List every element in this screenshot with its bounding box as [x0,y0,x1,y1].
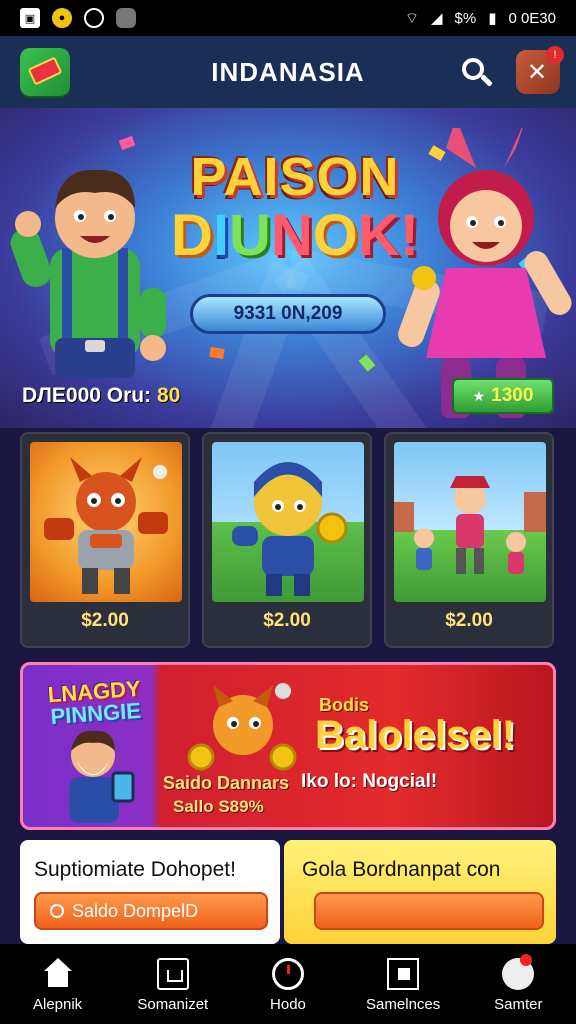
promo-subtitle-1: Saido Dannars [163,773,290,793]
promo-logo: LNAGDY PINNGIE [34,676,157,729]
game-card-knight[interactable]: $2.00 [202,432,372,648]
scan-icon [156,958,189,990]
nav-label: Samter [494,996,543,1013]
home-icon [42,958,74,990]
promo-mascot [187,683,297,771]
game-card-row: $2.00 $2.00 $2.00 [20,432,556,648]
hero-counter-value: 80 [156,384,181,407]
promo-headline: Balolelsel! [315,713,516,757]
battery-icon: ▮ [488,10,497,27]
rewards-button[interactable]: ✕ ! [516,46,564,94]
nav-label: Alepnik [32,996,83,1013]
star-icon: ★ [472,387,486,404]
gift-icon: ✕ [527,59,548,86]
wifi-icon: ⌔ [404,9,419,27]
hero-title-line-1: PAISON [190,147,400,207]
hero-counter: DЛЕ000 Oru: 80 [22,384,180,408]
coin-notification-icon: ● [52,8,72,28]
deposit-button[interactable]: Saldo DompelD [34,892,268,930]
nav-item-profile[interactable]: Samter [461,944,576,1024]
play-circle-icon [271,958,304,990]
coins-button[interactable]: ★ 1300 [452,378,554,414]
app-title: INDANASIA [211,56,365,87]
coins-button-label: 1300 [491,385,534,406]
bonus-button[interactable] [314,892,544,930]
promo-character [69,730,135,823]
clock: 0 0E30 [508,9,556,27]
promo-tagline: Iko lo: Nogcial! [301,771,438,792]
nav-item-games[interactable]: Samelnces [346,944,461,1024]
game-art-team [394,442,546,602]
status-system-icons: ⌔ ◢ $% ▮ 0 0E30 [405,9,556,28]
status-bar: ▣ ● ⌔ ◢ $% ▮ 0 0E30 [0,0,576,36]
game-price: $2.00 [445,610,493,631]
game-card-robot[interactable]: $2.00 [20,432,190,648]
game-art-knight [212,442,364,602]
nav-item-scan[interactable]: Somanizet [115,944,230,1024]
settings-notification-icon [84,8,104,28]
app-logo-icon [27,56,63,86]
hero-title-line-2: DIUNOK! [170,203,420,268]
offer-card-bonus: Gola Bordnanpat con [284,840,556,944]
game-card-team[interactable]: $2.00 [384,432,554,648]
app-notification-icon [116,8,136,28]
nav-label: Samelnces [366,996,441,1013]
notification-badge: ! [546,46,564,64]
image-notification-icon: ▣ [20,8,40,28]
prize-amount-pill[interactable]: 9331 0N,209 [190,294,386,334]
bottom-navigation: Alepnik Somanizet Hodo Samelnces Samter [0,944,576,1024]
deposit-button-label: Saldo DompelD [72,900,199,921]
battery-percent: $% [454,9,477,27]
offer-cards: Suptiomiate Dohopet! Saldo DompelD Gola … [20,840,556,944]
promo-banner[interactable]: LNAGDY PINNGIE Saido Dannars Sallo S89% … [20,662,556,830]
game-art-robot [30,442,182,602]
hero-banner[interactable]: PAISON DIUNOK! 9331 0N,209 DЛЕ000 Oru: 8… [0,108,576,428]
circle-icon [50,904,64,918]
offer-title: Suptiomiate Dohopet! [34,858,236,881]
hero-title: PAISON DIUNOK! [150,148,440,266]
nav-label: Hodo [270,996,306,1013]
offer-title: Gola Bordnanpat con [302,858,501,881]
app-header: INDANASIA ✕ ! [0,36,576,108]
mascot-icon [502,954,535,990]
game-price: $2.00 [81,610,129,631]
app-logo-button[interactable] [20,48,70,96]
search-button[interactable] [460,56,494,90]
nav-label: Somanizet [137,996,209,1013]
nav-item-home[interactable]: Alepnik [0,944,115,1024]
game-price: $2.00 [263,610,311,631]
nav-item-play[interactable]: Hodo [230,944,345,1024]
offer-card-deposit: Suptiomiate Dohopet! Saldo DompelD [20,840,280,944]
hero-counter-label: DЛЕ000 Oru: [22,384,152,407]
games-box-icon [387,958,420,990]
signal-icon: ◢ [430,10,443,27]
promo-subtitle-2: Sallo S89% [173,797,264,816]
status-notification-icons: ▣ ● [20,8,136,28]
